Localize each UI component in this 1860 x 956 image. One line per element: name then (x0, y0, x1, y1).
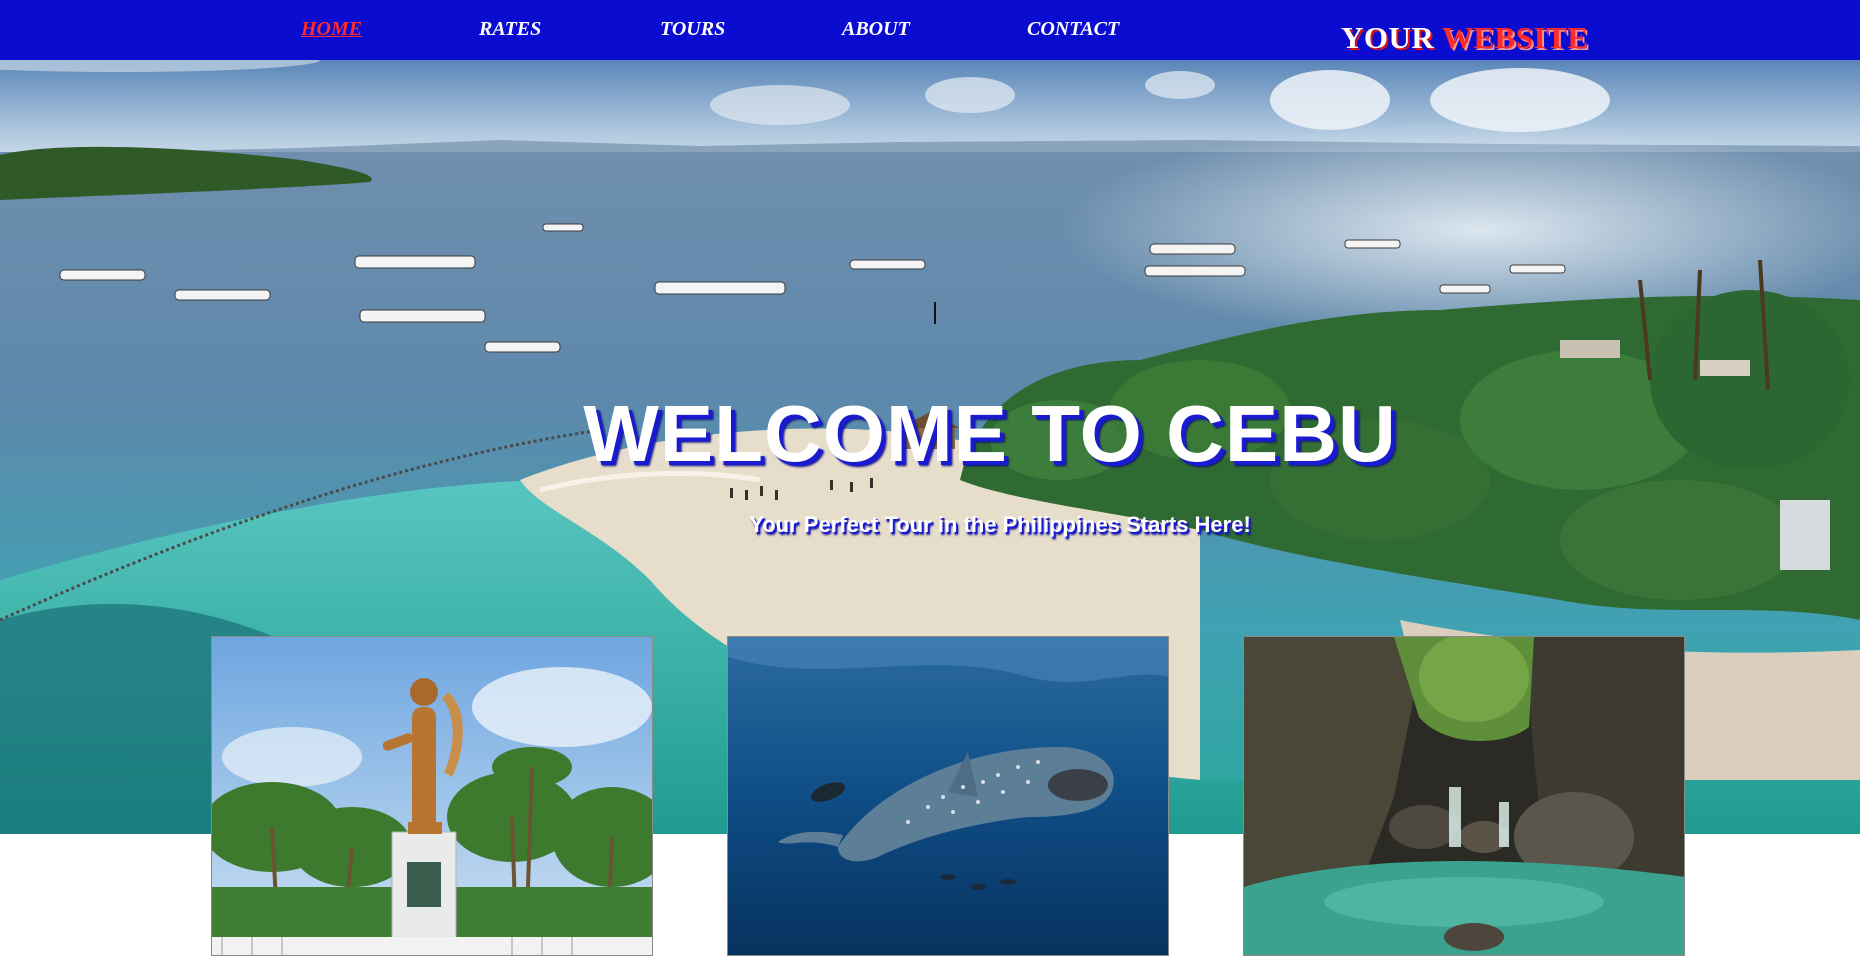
nav-contact-link[interactable]: CONTACT (1027, 18, 1119, 41)
hero-subtitle: Your Perfect Tour in the Philippines Sta… (749, 512, 1251, 537)
logo-word-your: YOUR (1341, 20, 1435, 55)
nav-home-link[interactable]: HOME (301, 18, 362, 41)
whale-shark-image (728, 637, 1168, 955)
canyon-waterfall-image (1244, 637, 1684, 955)
hero-title: WELCOME TO CEBU (583, 388, 1397, 478)
nav-rates-link[interactable]: RATES (479, 18, 541, 41)
card-canyon-waterfall[interactable] (1243, 636, 1685, 956)
card-whale-shark[interactable] (727, 636, 1169, 956)
card-lapu-lapu-statue[interactable] (211, 636, 653, 956)
top-navbar: HOME RATES TOURS ABOUT CONTACT YOUR WEBS… (0, 0, 1860, 60)
nav-about-link[interactable]: ABOUT (842, 18, 910, 41)
text-cursor (934, 302, 936, 324)
lapu-lapu-statue-image (212, 637, 652, 955)
logo-word-website: WEBSITE (1441, 20, 1589, 55)
site-logo[interactable]: YOUR WEBSITE (1341, 20, 1589, 56)
nav-tours-link[interactable]: TOURS (660, 18, 725, 41)
